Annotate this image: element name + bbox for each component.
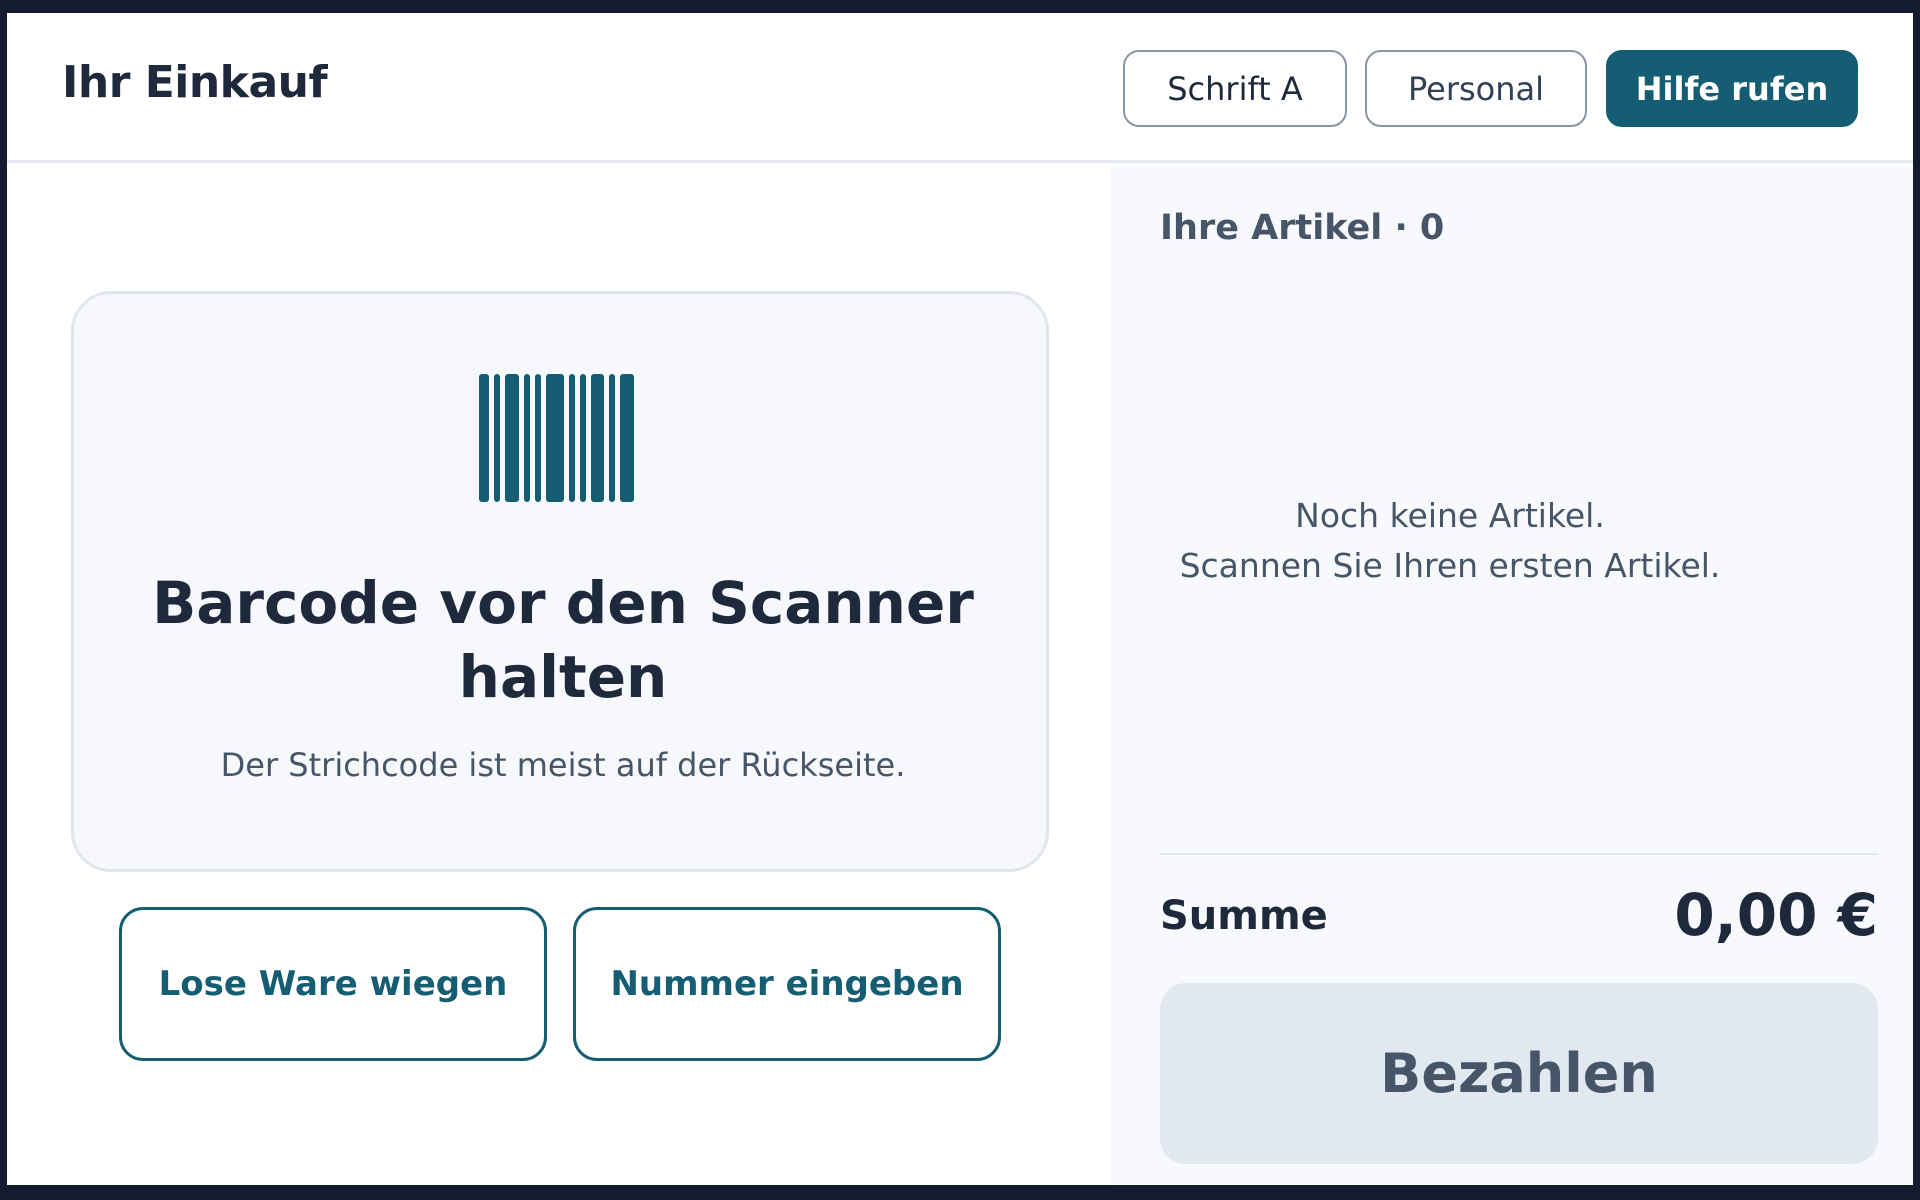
empty-line-1: Noch keine Artikel. (1295, 496, 1605, 535)
divider (1160, 853, 1878, 855)
pay-button[interactable]: Bezahlen (1160, 983, 1878, 1164)
font-size-button[interactable]: Schrift A (1123, 50, 1347, 127)
call-help-button[interactable]: Hilfe rufen (1606, 50, 1858, 127)
kiosk-screen: Ihr Einkauf Schrift A Personal Hilfe ruf… (7, 13, 1913, 1185)
sum-label: Summe (1160, 893, 1328, 939)
page-title: Ihr Einkauf (62, 57, 328, 108)
header-bar: Ihr Einkauf Schrift A Personal Hilfe ruf… (7, 13, 1913, 163)
barcode-icon (479, 374, 645, 502)
cart-heading: Ihre Artikel · 0 (1160, 208, 1445, 248)
scan-hint: Der Strichcode ist meist auf der Rücksei… (220, 746, 906, 784)
cart-panel: Ihre Artikel · 0 Noch keine Artikel. Sca… (1111, 166, 1913, 1185)
empty-line-2: Scannen Sie Ihren ersten Artikel. (1179, 546, 1721, 585)
cart-empty-message: Noch keine Artikel. Scannen Sie Ihren er… (1160, 491, 1740, 591)
scan-instruction-card: Barcode vor den Scanner halten Der Stric… (71, 291, 1049, 872)
weigh-loose-goods-button[interactable]: Lose Ware wiegen (119, 907, 547, 1061)
enter-number-button[interactable]: Nummer eingeben (573, 907, 1001, 1061)
sum-value: 0,00 € (1674, 881, 1878, 949)
staff-button[interactable]: Personal (1365, 50, 1587, 127)
scan-title: Barcode vor den Scanner halten (152, 569, 974, 711)
